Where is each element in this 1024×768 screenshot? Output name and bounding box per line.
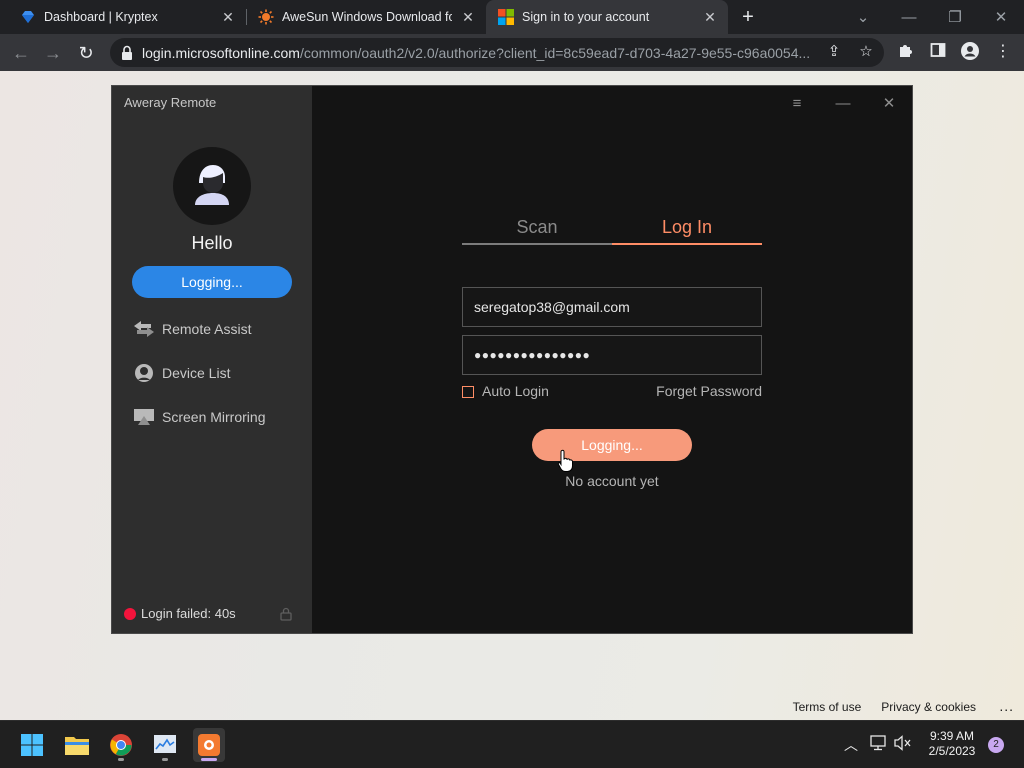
sidebar-item-label: Screen Mirroring: [162, 409, 266, 425]
aweray-remote-window: Aweray Remote Hello Logging... Remote As…: [111, 85, 913, 634]
tab-search-chevron-icon[interactable]: ⌄: [840, 0, 886, 34]
auto-login-checkbox[interactable]: [462, 386, 474, 398]
share-icon[interactable]: ⇪: [825, 43, 843, 61]
tab-title: Sign in to your account: [522, 10, 650, 24]
browser-toolbar: ← → ↻ login.microsoftonline.com/common/o…: [0, 34, 1024, 71]
device-list-icon: [132, 361, 156, 385]
file-explorer-icon[interactable]: [61, 728, 93, 762]
sidebar-item-label: Remote Assist: [162, 321, 252, 337]
login-status-text: Login failed: 40s: [141, 606, 236, 621]
tab-awesun[interactable]: AweSun Windows Download for ✕: [240, 0, 486, 34]
app-menu-icon[interactable]: ≡: [789, 96, 805, 112]
tab-close-icon[interactable]: ✕: [220, 9, 236, 25]
no-account-link[interactable]: No account yet: [462, 473, 762, 489]
profile-glyph: [961, 42, 979, 60]
tab-login[interactable]: Log In: [612, 217, 762, 238]
forget-password-link[interactable]: Forget Password: [656, 383, 762, 399]
tab-kryptex[interactable]: Dashboard | Kryptex ✕: [0, 0, 246, 34]
new-tab-icon[interactable]: +: [738, 7, 758, 27]
bookmark-star-icon[interactable]: ☆: [857, 43, 875, 61]
running-indicator: [162, 758, 168, 761]
microsoft-logo-icon: [498, 9, 514, 25]
auto-login-label[interactable]: Auto Login: [482, 383, 549, 399]
app-close-icon[interactable]: ✕: [881, 96, 897, 112]
app-sidebar: Aweray Remote Hello Logging... Remote As…: [112, 86, 312, 633]
screen-mirroring-icon: [132, 405, 156, 429]
volume-muted-icon[interactable]: [894, 735, 912, 754]
active-indicator: [201, 758, 217, 761]
side-panel-glyph: [930, 43, 946, 57]
back-arrow-icon[interactable]: ←: [9, 41, 33, 65]
sidebar-item-screen-mirroring[interactable]: Screen Mirroring: [132, 405, 265, 429]
url-path: /common/oauth2/v2.0/authorize?client_id=…: [299, 44, 811, 61]
tab-scan[interactable]: Scan: [462, 217, 612, 238]
remote-assist-arrows-icon: [132, 317, 156, 341]
login-mode-tabs: Scan Log In: [462, 217, 762, 245]
clock-date: 2/5/2023: [928, 744, 976, 758]
tab-close-icon[interactable]: ✕: [460, 9, 476, 25]
error-status-dot: [124, 607, 136, 620]
tab-login-underline: [612, 243, 762, 245]
address-bar[interactable]: login.microsoftonline.com/common/oauth2/…: [110, 38, 884, 67]
tab-close-icon[interactable]: ✕: [702, 9, 718, 25]
lock-icon[interactable]: [279, 607, 293, 621]
windows-taskbar: ︿ 9:39 AM 2/5/2023 2: [0, 720, 1024, 768]
tab-title: Dashboard | Kryptex: [44, 10, 158, 24]
sidebar-item-device-list[interactable]: Device List: [132, 361, 230, 385]
aweray-icon[interactable]: [193, 728, 225, 762]
kryptex-diamond-icon: [22, 11, 34, 23]
hidden-icons-chevron-icon[interactable]: ︿: [844, 735, 858, 755]
minimize-icon[interactable]: —: [886, 0, 932, 34]
user-avatar-icon: [195, 165, 229, 205]
extensions-puzzle-icon[interactable]: [896, 42, 916, 62]
greeting-text: Hello: [191, 233, 233, 253]
footer-more-menu[interactable]: ...: [999, 698, 1014, 714]
windows-start-icon[interactable]: [16, 728, 48, 762]
privacy-link[interactable]: Privacy & cookies: [881, 700, 976, 714]
app-title: Aweray Remote: [124, 95, 217, 110]
extensions-puzzle-glyph: [900, 45, 912, 57]
browser-tab-bar: Dashboard | Kryptex ✕ AweSun Windows Dow…: [0, 0, 1024, 34]
clock-time: 9:39 AM: [929, 729, 975, 743]
side-panel-icon[interactable]: [928, 42, 948, 62]
notification-badge[interactable]: 2: [988, 737, 1004, 753]
tab-title: AweSun Windows Download for: [282, 10, 452, 24]
login-submit-button[interactable]: Logging...: [532, 429, 692, 461]
terms-link[interactable]: Terms of use: [793, 700, 862, 714]
tab-microsoft-signin[interactable]: Sign in to your account ✕: [486, 0, 728, 34]
browser-menu-icon[interactable]: ⋮: [993, 42, 1013, 62]
password-field[interactable]: ●●●●●●●●●●●●●●●: [462, 335, 762, 375]
running-indicator: [118, 758, 124, 761]
url-host: login.microsoftonline.com: [142, 44, 300, 61]
profile-avatar-icon[interactable]: [960, 42, 980, 62]
chrome-icon[interactable]: [105, 728, 137, 762]
forward-arrow-icon[interactable]: →: [41, 41, 65, 65]
restore-icon[interactable]: ❐: [932, 0, 978, 34]
awesun-sun-icon: [258, 9, 274, 25]
login-status: Login failed: 40s: [124, 606, 236, 621]
user-avatar[interactable]: [173, 147, 251, 225]
sidebar-item-remote-assist[interactable]: Remote Assist: [132, 317, 251, 341]
task-manager-icon[interactable]: [149, 728, 181, 762]
url-text: login.microsoftonline.com/common/oauth2/…: [142, 45, 814, 61]
network-display-icon[interactable]: [870, 735, 888, 754]
sidebar-item-label: Device List: [162, 365, 231, 381]
hand-cursor-icon: [557, 449, 573, 472]
reload-icon[interactable]: ↻: [74, 41, 98, 65]
lock-icon: [122, 45, 132, 60]
email-field[interactable]: seregatop38@gmail.com: [462, 287, 762, 327]
sidebar-logging-button[interactable]: Logging...: [132, 266, 292, 298]
tab-scan-underline: [462, 243, 612, 245]
app-minimize-icon[interactable]: —: [835, 96, 851, 112]
page-footer: Terms of use Privacy & cookies: [793, 700, 976, 714]
system-clock[interactable]: 9:39 AM 2/5/2023: [920, 729, 984, 759]
close-window-icon[interactable]: ✕: [978, 0, 1024, 34]
